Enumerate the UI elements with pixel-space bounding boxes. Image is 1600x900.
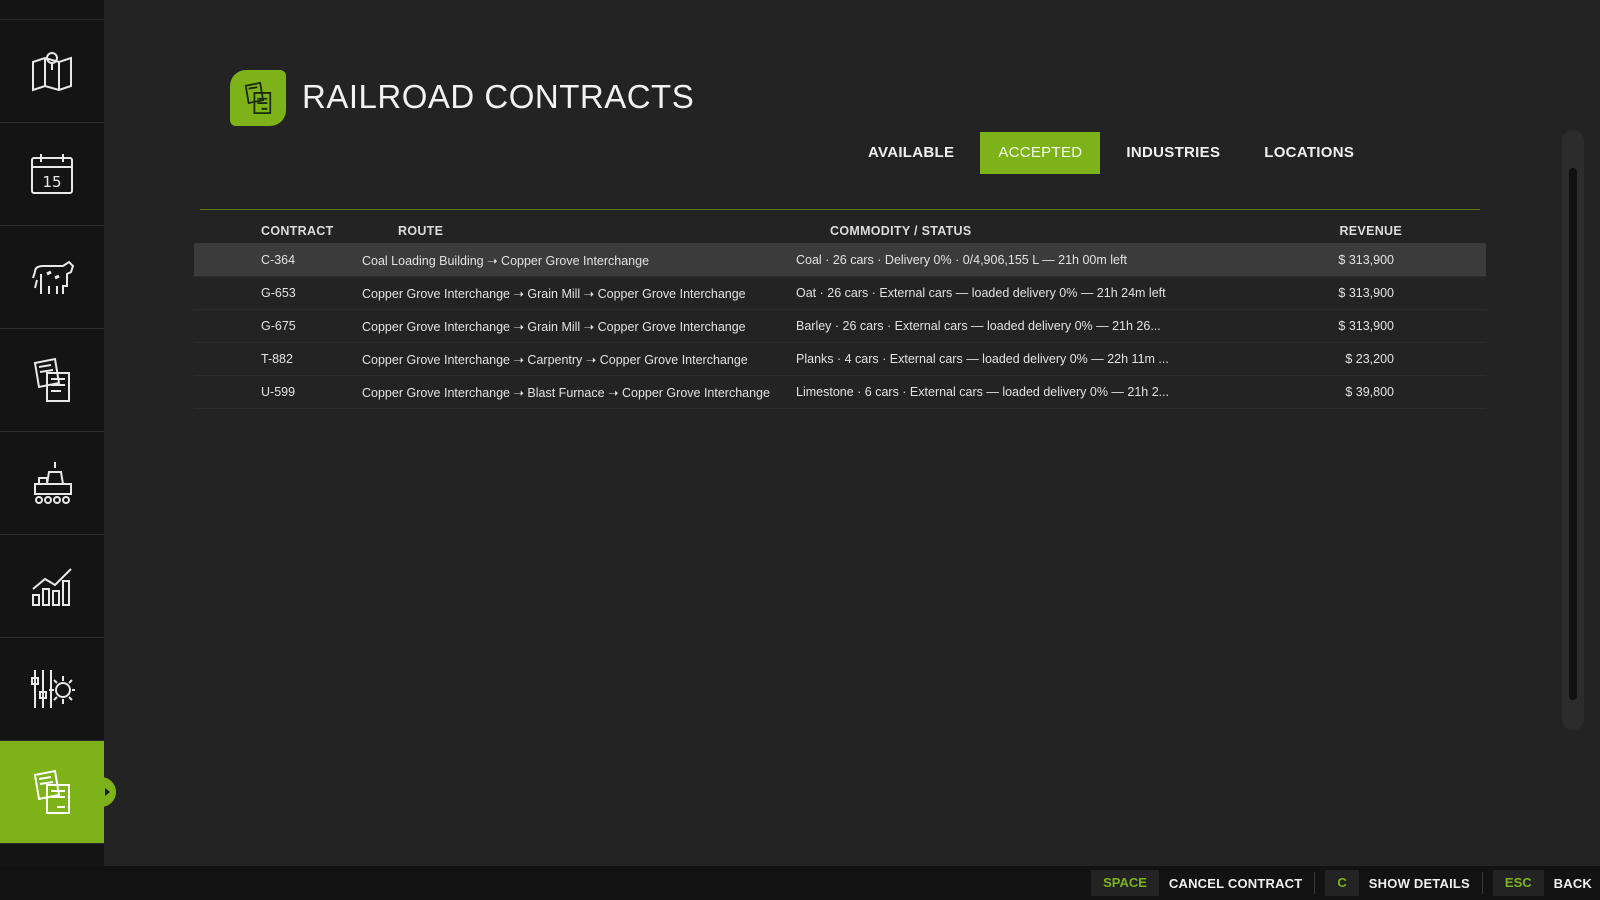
contract-revenue: $ 313,900 — [1338, 253, 1394, 267]
contract-route: Copper Grove Interchange ➝ Grain Mill ➝ … — [362, 286, 746, 301]
cow-icon — [32, 260, 75, 294]
sidebar-item-production[interactable] — [0, 432, 104, 535]
table-row[interactable]: U-599 Copper Grove Interchange ➝ Blast F… — [194, 376, 1486, 409]
back-button[interactable]: ESC BACK — [1492, 870, 1592, 896]
sidebar: 15 — [0, 0, 116, 866]
contracts-table: CONTRACT ROUTE COMMODITY / STATUS REVENU… — [194, 218, 1486, 409]
contract-id: G-653 — [261, 286, 296, 300]
contract-route: Copper Grove Interchange ➝ Carpentry ➝ C… — [362, 352, 748, 367]
hint-label: BACK — [1553, 875, 1592, 891]
table-row[interactable]: G-653 Copper Grove Interchange ➝ Grain M… — [194, 277, 1486, 310]
sidebar-item-contracts[interactable] — [0, 741, 116, 844]
contracts-icon — [244, 81, 272, 115]
hint-separator — [1481, 872, 1483, 894]
contract-commodity: Barley · 26 cars · External cars — loade… — [796, 319, 1161, 333]
contract-revenue: $ 23,200 — [1345, 352, 1394, 366]
hint-separator — [1314, 872, 1316, 894]
column-header-route: ROUTE — [398, 223, 444, 238]
contract-commodity: Oat · 26 cars · External cars — loaded d… — [796, 286, 1166, 300]
contract-route: Copper Grove Interchange ➝ Blast Furnace… — [362, 385, 770, 400]
contract-route: Copper Grove Interchange ➝ Grain Mill ➝ … — [362, 319, 746, 334]
column-header-revenue: REVENUE — [1339, 223, 1402, 238]
contract-id: C-364 — [261, 253, 296, 267]
contract-commodity: Planks · 4 cars · External cars — loaded… — [796, 352, 1169, 366]
sidebar-item-animals[interactable] — [0, 226, 104, 329]
map-icon — [32, 52, 72, 92]
sidebar-item-statistics[interactable] — [0, 535, 104, 638]
tab-locations[interactable]: LOCATIONS — [1246, 132, 1372, 174]
column-header-commodity: COMMODITY / STATUS — [830, 223, 972, 238]
tab-bar: AVAILABLE ACCEPTED INDUSTRIES LOCATIONS — [850, 132, 1380, 174]
contract-revenue: $ 313,900 — [1338, 319, 1394, 333]
hint-label: CANCEL CONTRACT — [1168, 875, 1303, 891]
contract-revenue: $ 39,800 — [1345, 385, 1394, 399]
table-row[interactable]: T-882 Copper Grove Interchange ➝ Carpent… — [194, 343, 1486, 376]
active-indicator-arrow-icon — [105, 788, 110, 796]
contract-revenue: $ 313,900 — [1338, 286, 1394, 300]
tab-divider — [200, 209, 1480, 210]
production-icon — [34, 462, 72, 504]
tab-industries[interactable]: INDUSTRIES — [1108, 132, 1238, 174]
contract-id: G-675 — [261, 319, 296, 333]
calendar-icon: 15 — [31, 154, 73, 194]
table-row[interactable]: G-675 Copper Grove Interchange ➝ Grain M… — [194, 310, 1486, 343]
page-title: RAILROAD CONTRACTS — [302, 78, 695, 115]
contract-commodity: Coal · 26 cars · Delivery 0% · 0/4,906,1… — [796, 253, 1127, 267]
column-header-contract: CONTRACT — [261, 223, 334, 238]
documents-icon — [33, 357, 70, 402]
svg-text:15: 15 — [42, 173, 61, 191]
show-details-button[interactable]: C SHOW DETAILS — [1325, 870, 1470, 896]
sidebar-item-map[interactable] — [0, 20, 104, 123]
cancel-contract-button[interactable]: SPACE CANCEL CONTRACT — [1091, 870, 1302, 896]
contract-id: T-882 — [261, 352, 293, 366]
contract-id: U-599 — [261, 385, 296, 399]
statistics-icon — [32, 568, 72, 606]
input-hints-bar: SPACE CANCEL CONTRACT C SHOW DETAILS ESC… — [0, 866, 1600, 900]
settings-icon — [31, 670, 75, 708]
contract-route: Coal Loading Building ➝ Copper Grove Int… — [362, 253, 650, 268]
page-icon — [230, 70, 286, 126]
key-hint-space: SPACE — [1091, 870, 1159, 896]
tab-accepted[interactable]: ACCEPTED — [980, 132, 1101, 174]
sidebar-item-calendar[interactable]: 15 — [0, 123, 104, 226]
sidebar-top-spacer — [0, 0, 104, 20]
sidebar-item-documents[interactable] — [0, 329, 104, 432]
contract-commodity: Limestone · 6 cars · External cars — loa… — [796, 385, 1170, 399]
table-header: CONTRACT ROUTE COMMODITY / STATUS REVENU… — [194, 218, 1486, 244]
key-hint-esc: ESC — [1492, 870, 1544, 896]
scrollbar-thumb[interactable] — [1569, 168, 1577, 700]
table-row[interactable]: C-364 Coal Loading Building ➝ Copper Gro… — [194, 244, 1486, 277]
tab-available[interactable]: AVAILABLE — [850, 132, 972, 174]
sidebar-item-settings[interactable] — [0, 638, 104, 741]
key-hint-c: C — [1325, 870, 1359, 896]
hint-label: SHOW DETAILS — [1368, 875, 1470, 891]
contracts-icon — [33, 769, 70, 814]
